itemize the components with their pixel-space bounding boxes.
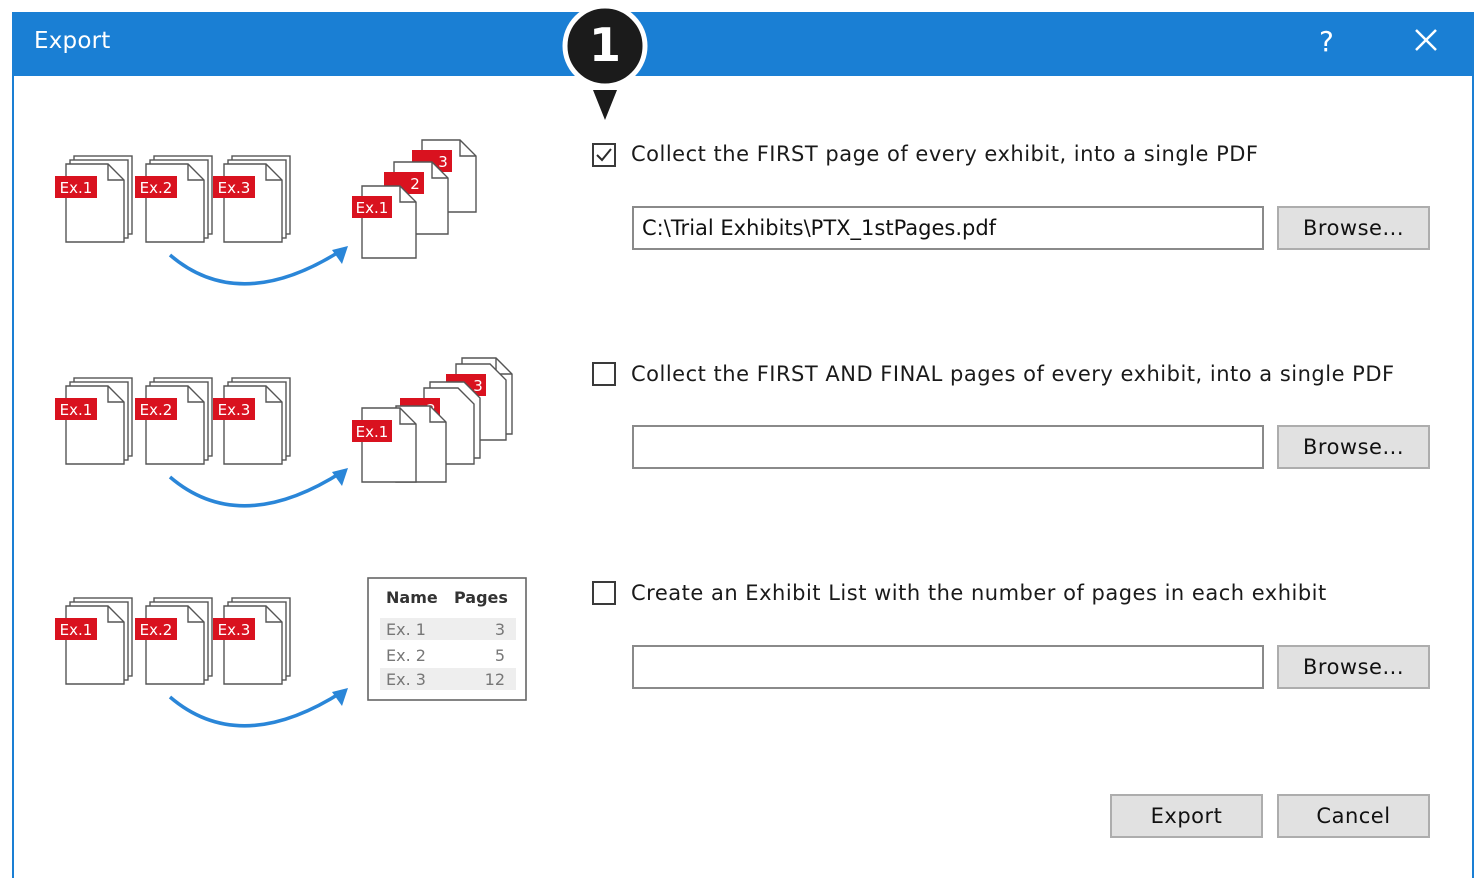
arrow-icon xyxy=(168,248,343,286)
exhibit-list-illustration: Ex.1 Ex.2 Ex.3 Name Pages Ex. 1 3 Ex. 2 … xyxy=(55,577,527,728)
first-page-path-input[interactable] xyxy=(632,206,1264,250)
exhibit-stack-3: Ex.3 xyxy=(213,377,291,465)
table-cell: Ex. 1 xyxy=(386,620,426,639)
arrow-icon xyxy=(168,690,343,728)
exhibit-label: Ex.1 xyxy=(60,401,93,419)
export-button[interactable]: Export xyxy=(1110,794,1263,838)
first-page-illustration: Ex.1 Ex.2 Ex.3 3 2 Ex.1 xyxy=(55,139,477,286)
exhibit-label: Ex.3 xyxy=(218,621,251,639)
table-cell: 12 xyxy=(485,670,505,689)
exhibit-label: Ex.1 xyxy=(60,179,93,197)
combined-pdf-icon: 3 2 Ex.1 Ex.1 xyxy=(352,357,513,483)
exhibit-label: Ex.2 xyxy=(140,621,173,639)
exhibit-stack-3: Ex.3 xyxy=(213,155,291,243)
exhibit-stack-1: Ex.1 xyxy=(55,377,133,465)
svg-text:2: 2 xyxy=(410,175,420,193)
title-bar: Export ? xyxy=(14,12,1472,76)
table-cell: 5 xyxy=(495,646,505,665)
exhibit-stack-2: Ex.2 xyxy=(135,155,213,243)
exhibit-label: Ex.2 xyxy=(140,401,173,419)
step-callout-marker: 1 xyxy=(559,4,651,122)
first-final-checkbox[interactable] xyxy=(592,362,616,386)
svg-text:3: 3 xyxy=(438,153,448,171)
exhibit-stack-2: Ex.2 xyxy=(135,377,213,465)
first-page-browse-button[interactable]: Browse... xyxy=(1277,206,1430,250)
exhibit-list-table-icon: Name Pages Ex. 1 3 Ex. 2 5 Ex. 3 12 xyxy=(367,577,527,701)
exhibit-list-browse-button[interactable]: Browse... xyxy=(1277,645,1430,689)
exhibit-label: Ex.3 xyxy=(218,401,251,419)
svg-text:Ex.1: Ex.1 xyxy=(356,199,389,217)
close-icon[interactable] xyxy=(1406,20,1446,60)
table-header-pages: Pages xyxy=(454,588,508,607)
arrow-icon xyxy=(168,470,343,508)
window-title: Export xyxy=(34,28,111,54)
exhibit-label: Ex.2 xyxy=(140,179,173,197)
cancel-button[interactable]: Cancel xyxy=(1277,794,1430,838)
combined-pdf-icon: 3 2 Ex.1 xyxy=(352,139,477,259)
exhibit-stack-1: Ex.1 xyxy=(55,597,133,685)
callout-number: 1 xyxy=(588,18,621,72)
table-cell: Ex. 2 xyxy=(386,646,426,665)
exhibit-list-checkbox[interactable] xyxy=(592,581,616,605)
table-cell: 3 xyxy=(495,620,505,639)
exhibit-label: Ex.1 xyxy=(60,621,93,639)
exhibit-list-label: Create an Exhibit List with the number o… xyxy=(631,581,1327,605)
table-header-name: Name xyxy=(386,588,438,607)
help-icon[interactable]: ? xyxy=(1319,25,1334,58)
exhibit-list-path-input[interactable] xyxy=(632,645,1264,689)
first-page-label: Collect the FIRST page of every exhibit,… xyxy=(631,142,1259,166)
first-page-checkbox[interactable] xyxy=(592,143,616,167)
table-cell: Ex. 3 xyxy=(386,670,426,689)
checkmark-icon xyxy=(596,148,612,162)
exhibit-label: Ex.3 xyxy=(218,179,251,197)
first-final-label: Collect the FIRST AND FINAL pages of eve… xyxy=(631,362,1395,386)
first-final-path-input[interactable] xyxy=(632,425,1264,469)
exhibit-stack-3: Ex.3 xyxy=(213,597,291,685)
first-final-browse-button[interactable]: Browse... xyxy=(1277,425,1430,469)
exhibit-stack-1: Ex.1 xyxy=(55,155,133,243)
exhibit-stack-2: Ex.2 xyxy=(135,597,213,685)
svg-text:Ex.1: Ex.1 xyxy=(356,423,389,441)
first-final-illustration: Ex.1 Ex.2 Ex.3 3 2 Ex.1 Ex.1 xyxy=(55,357,513,508)
